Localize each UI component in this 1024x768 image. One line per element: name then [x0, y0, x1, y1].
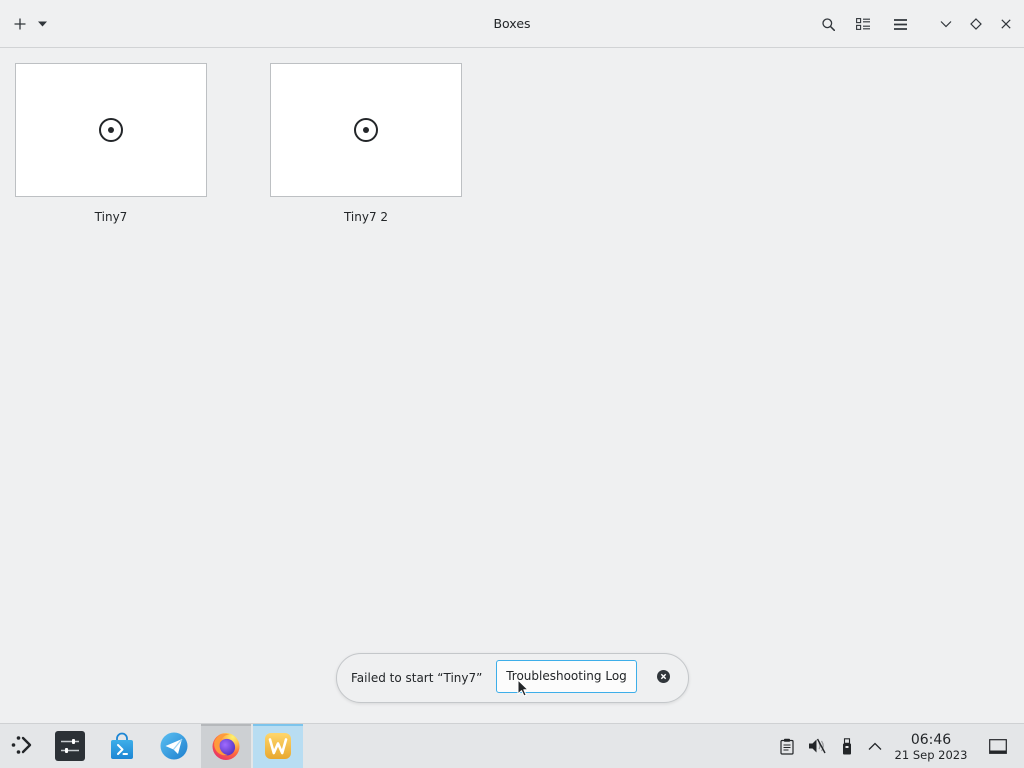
box-item[interactable]: Tiny7 2 — [270, 63, 462, 233]
new-box-menu-button[interactable] — [34, 10, 50, 38]
box-item[interactable]: Tiny7 — [15, 63, 207, 233]
show-hidden-icons-button[interactable] — [864, 735, 886, 757]
app-launcher-button[interactable] — [10, 733, 34, 757]
box-thumbnail — [15, 63, 207, 197]
search-button[interactable] — [814, 10, 842, 38]
disc-icon — [99, 118, 123, 142]
header-bar: Boxes — [0, 0, 1024, 48]
new-box-button[interactable] — [6, 10, 34, 38]
box-name: Tiny7 — [94, 210, 128, 224]
task-system-settings[interactable] — [45, 724, 95, 768]
view-mode-button[interactable] — [849, 10, 877, 38]
dismiss-notification-button[interactable] — [655, 668, 671, 684]
close-circle-icon — [656, 669, 670, 683]
app-launcher-icon — [11, 736, 32, 754]
close-window-button[interactable] — [992, 10, 1020, 38]
disc-icon — [354, 118, 378, 142]
wayland-app-icon — [265, 733, 291, 759]
maximize-button[interactable] — [962, 10, 990, 38]
hamburger-menu-icon — [893, 18, 907, 30]
paper-plane-app-icon — [160, 732, 188, 760]
box-collection: Tiny7 Tiny7 2 Failed to start “Tiny7” Tr… — [0, 48, 1024, 723]
device-notifier-button[interactable] — [836, 735, 858, 757]
clock-time: 06:46 — [910, 732, 952, 748]
minimize-button[interactable] — [932, 10, 960, 38]
clipboard-button[interactable] — [776, 735, 798, 757]
main-menu-button[interactable] — [886, 10, 914, 38]
chevron-down-icon — [940, 21, 952, 28]
digital-clock[interactable]: 06:46 21 Sep 2023 — [891, 724, 971, 768]
firefox-icon — [212, 733, 240, 760]
troubleshooting-log-button[interactable]: Troubleshooting Log — [496, 660, 637, 693]
box-name: Tiny7 2 — [343, 210, 389, 224]
list-view-icon — [856, 18, 870, 30]
caret-down-icon — [37, 21, 47, 27]
shopping-bag-icon — [111, 732, 133, 759]
notification-message: Failed to start “Tiny7” — [351, 671, 483, 685]
clock-date: 21 Sep 2023 — [894, 748, 968, 762]
system-settings-icon — [55, 731, 85, 761]
diamond-icon — [970, 18, 982, 30]
notification-toast: Failed to start “Tiny7” Troubleshooting … — [336, 653, 689, 703]
show-desktop-icon — [989, 738, 1007, 754]
close-icon — [1001, 19, 1011, 29]
taskbar: 06:46 21 Sep 2023 — [0, 723, 1024, 768]
show-desktop-button[interactable] — [986, 734, 1010, 758]
clipboard-icon — [780, 738, 794, 755]
usb-device-icon — [843, 737, 851, 754]
task-software-center[interactable] — [97, 724, 147, 768]
chevron-up-icon — [868, 742, 882, 750]
task-paper-plane-app[interactable] — [149, 724, 199, 768]
task-firefox[interactable] — [201, 724, 251, 768]
volume-button[interactable] — [806, 735, 828, 757]
box-thumbnail — [270, 63, 462, 197]
volume-muted-icon — [809, 738, 826, 754]
search-icon — [821, 17, 835, 31]
plus-icon — [14, 18, 26, 30]
task-boxes-window[interactable] — [253, 724, 303, 768]
